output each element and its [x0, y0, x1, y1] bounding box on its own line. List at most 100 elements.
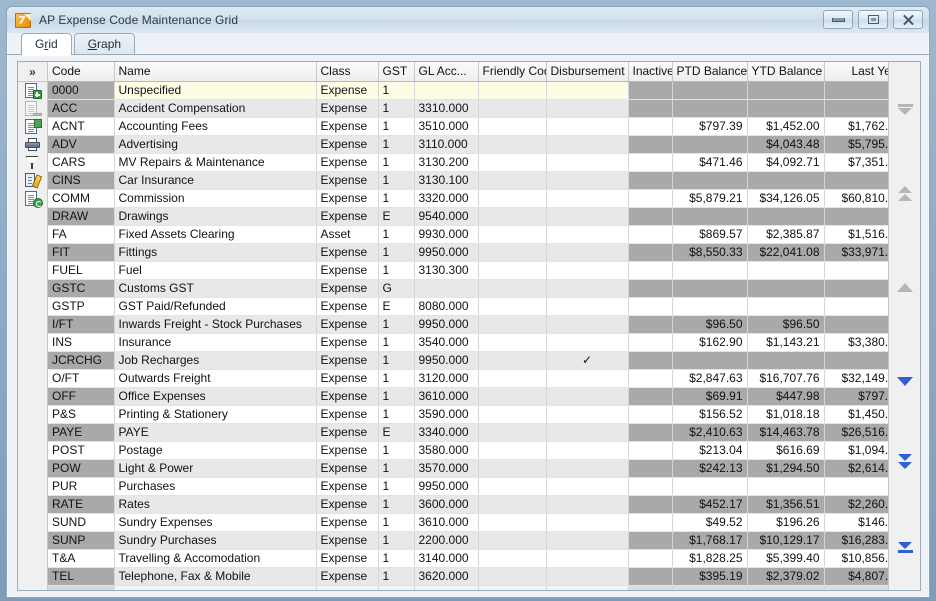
- column-header-ytd[interactable]: YTD Balance: [747, 62, 825, 82]
- next-record-button[interactable]: [889, 368, 920, 394]
- cell-ptd[interactable]: [672, 351, 748, 370]
- cell-friendly[interactable]: [478, 207, 547, 226]
- cell-code[interactable]: P&S: [48, 405, 115, 424]
- cell-friendly[interactable]: [478, 99, 547, 118]
- cell-class[interactable]: Expense: [316, 207, 379, 226]
- cell-ytd[interactable]: [747, 207, 825, 226]
- table-row[interactable]: T&A Travelling & Accomodation Expense 1 3140…: [48, 549, 888, 568]
- table-row[interactable]: ACC Accident Compensation Expense 1 3310.000: [48, 99, 888, 118]
- table-row[interactable]: JCRCHG Job Recharges Expense 1 9950.000 ✓: [48, 351, 888, 370]
- cell-name[interactable]: Drawings: [114, 207, 317, 226]
- cell-gl_acc[interactable]: 3130.200: [414, 153, 479, 172]
- cell-last_year[interactable]: $26,516.93: [824, 423, 888, 442]
- table-row[interactable]: CARS MV Repairs & Maintenance Expense 1 3130…: [48, 153, 888, 172]
- cell-gl_acc[interactable]: 3600.000: [414, 495, 479, 514]
- cell-ytd[interactable]: $16,707.76: [747, 369, 825, 388]
- cell-class[interactable]: Expense: [316, 153, 379, 172]
- cell-gst[interactable]: 1: [378, 387, 415, 406]
- cell-ptd[interactable]: $213.04: [672, 441, 748, 460]
- cell-gl_acc[interactable]: 9930.000: [414, 225, 479, 244]
- cell-gl_acc[interactable]: 3110.000: [414, 135, 479, 154]
- cell-name[interactable]: Purchases: [114, 477, 317, 496]
- cell-friendly[interactable]: [478, 351, 547, 370]
- column-header-inactive[interactable]: Inactive: [628, 62, 673, 82]
- cell-friendly[interactable]: [478, 297, 547, 316]
- close-button[interactable]: [893, 10, 923, 29]
- cell-last_year[interactable]: $5,795.88: [824, 135, 888, 154]
- cell-name[interactable]: Fixed Assets Clearing: [114, 225, 317, 244]
- cell-last_year[interactable]: $10,856.68: [824, 549, 888, 568]
- table-row[interactable]: DRAW Drawings Expense E 9540.000: [48, 207, 888, 226]
- cell-name[interactable]: Sundry Expenses: [114, 513, 317, 532]
- cell-ytd[interactable]: $1,143.21: [747, 333, 825, 352]
- cell-ytd[interactable]: [747, 297, 825, 316]
- expand-toolbar-icon[interactable]: »: [18, 62, 47, 82]
- table-row[interactable]: SUNP Sundry Purchases Expense 1 2200.000 $1,7…: [48, 531, 888, 550]
- column-header-ptd[interactable]: PTD Balance: [672, 62, 748, 82]
- cell-gst[interactable]: 1: [378, 351, 415, 370]
- cell-ptd[interactable]: $69.91: [672, 387, 748, 406]
- cell-inactive[interactable]: [628, 243, 673, 262]
- table-row[interactable]: GSTC Customs GST Expense G: [48, 279, 888, 298]
- cell-class[interactable]: [316, 585, 379, 590]
- column-header-code[interactable]: Code: [48, 62, 115, 82]
- cell-gst[interactable]: G: [378, 279, 415, 298]
- cell-gl_acc[interactable]: 3310.000: [414, 99, 479, 118]
- cell-disbursement[interactable]: [546, 387, 629, 406]
- cell-last_year[interactable]: $32,149.59: [824, 369, 888, 388]
- cell-name[interactable]: Car Insurance: [114, 171, 317, 190]
- cell-friendly[interactable]: [478, 171, 547, 190]
- cell-code[interactable]: ACNT: [48, 117, 115, 136]
- cell-gst[interactable]: E: [378, 297, 415, 316]
- cell-class[interactable]: Expense: [316, 99, 379, 118]
- cell-ptd[interactable]: $96.50: [672, 315, 748, 334]
- cell-last_year[interactable]: $1,516.30: [824, 225, 888, 244]
- cell-ptd[interactable]: [672, 99, 748, 118]
- cell-name[interactable]: PAYE: [114, 423, 317, 442]
- cell-last_year[interactable]: $2,614.64: [824, 459, 888, 478]
- cell-gl_acc[interactable]: 3610.000: [414, 513, 479, 532]
- cell-inactive[interactable]: [628, 261, 673, 280]
- cell-name[interactable]: Travelling & Accomodation: [114, 549, 317, 568]
- cell-ptd[interactable]: $49.52: [672, 513, 748, 532]
- cell-code[interactable]: PUR: [48, 477, 115, 496]
- cell-class[interactable]: Expense: [316, 315, 379, 334]
- cell-friendly[interactable]: [478, 117, 547, 136]
- cell-gst[interactable]: 1: [378, 315, 415, 334]
- cell-class[interactable]: Expense: [316, 135, 379, 154]
- cell-last_year[interactable]: $146.74: [824, 513, 888, 532]
- edit-record-button[interactable]: [18, 118, 47, 136]
- cell-gst[interactable]: 1: [378, 441, 415, 460]
- cell-class[interactable]: Expense: [316, 549, 379, 568]
- cell-last_year[interactable]: [824, 315, 888, 334]
- cell-name[interactable]: Accident Compensation: [114, 99, 317, 118]
- cell-class[interactable]: Asset: [316, 225, 379, 244]
- cell-last_year[interactable]: $1,094.74: [824, 441, 888, 460]
- cell-ytd[interactable]: [747, 477, 825, 496]
- table-row[interactable]: ACNT Accounting Fees Expense 1 3510.000 $797.…: [48, 117, 888, 136]
- cell-ytd[interactable]: $447.98: [747, 387, 825, 406]
- cell-ptd[interactable]: [672, 279, 748, 298]
- cell-class[interactable]: Expense: [316, 495, 379, 514]
- cell-code[interactable]: DRAW: [48, 207, 115, 226]
- cell-friendly[interactable]: [478, 189, 547, 208]
- cell-disbursement[interactable]: [546, 477, 629, 496]
- cell-code[interactable]: O/FT: [48, 369, 115, 388]
- cell-disbursement[interactable]: [546, 567, 629, 586]
- cell-last_year[interactable]: $1,762.34: [824, 117, 888, 136]
- cell-friendly[interactable]: [478, 279, 547, 298]
- cell-ptd[interactable]: [672, 81, 748, 100]
- cell-friendly[interactable]: [478, 459, 547, 478]
- table-row[interactable]: 0000 Unspecified Expense 1: [48, 81, 888, 100]
- cell-gl_acc[interactable]: 8080.000: [414, 297, 479, 316]
- cell-class[interactable]: Expense: [316, 531, 379, 550]
- cell-friendly[interactable]: [478, 495, 547, 514]
- cell-class[interactable]: Expense: [316, 171, 379, 190]
- cell-ytd[interactable]: $1,356.51: [747, 495, 825, 514]
- cell-ytd[interactable]: $22,041.08: [747, 243, 825, 262]
- cell-inactive[interactable]: [628, 387, 673, 406]
- cell-inactive[interactable]: [628, 477, 673, 496]
- new-row-placeholder[interactable]: [48, 585, 888, 590]
- cell-class[interactable]: Expense: [316, 243, 379, 262]
- cell-gst[interactable]: 1: [378, 405, 415, 424]
